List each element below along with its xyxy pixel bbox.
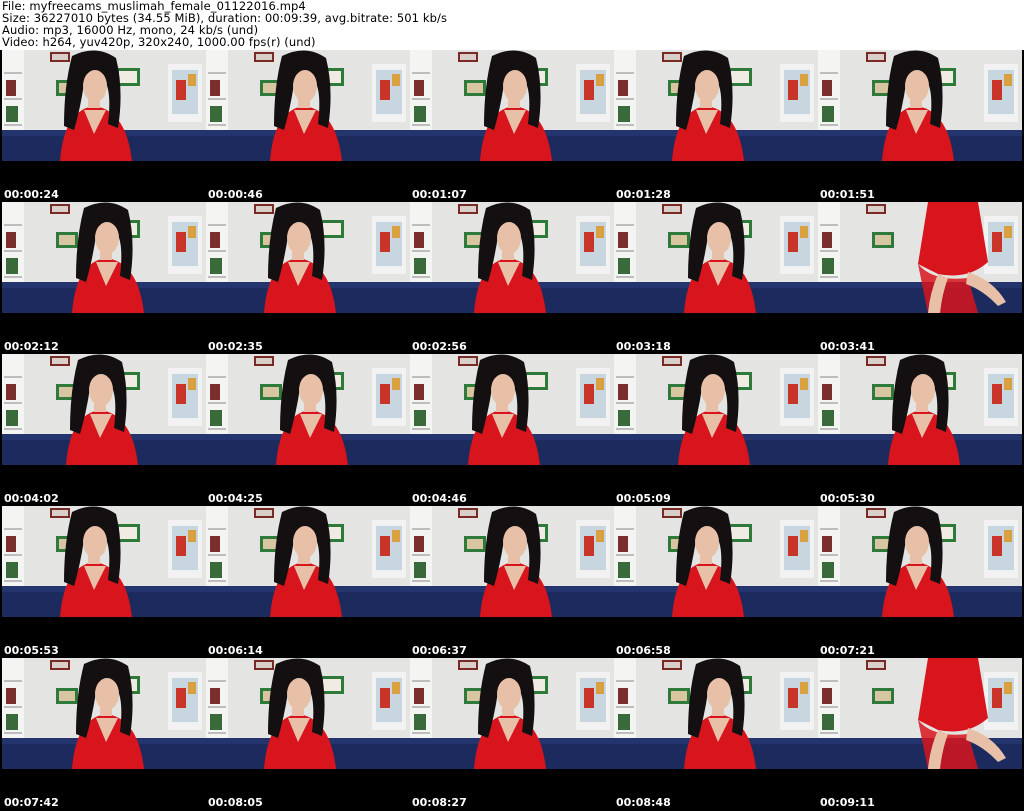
frame-timestamp: 00:05:30	[820, 492, 875, 505]
thumbnail: 00:08:05	[206, 658, 410, 810]
thumbnail: 00:01:07	[410, 50, 614, 202]
frame-timestamp: 00:00:24	[4, 188, 59, 201]
frame-timestamp: 00:05:53	[4, 644, 59, 657]
frame-timestamp: 00:08:05	[208, 796, 263, 809]
thumbnail: 00:01:28	[614, 50, 818, 202]
thumbnail: 00:03:18	[614, 202, 818, 354]
frame-timestamp: 00:04:46	[412, 492, 467, 505]
video-frame-image	[206, 50, 410, 161]
video-frame-image	[818, 506, 1022, 617]
thumbnail-grid: 00:00:24 00:00:46 00:01:07 00:01:28 00:0…	[0, 50, 1024, 811]
frame-timestamp: 00:09:11	[820, 796, 875, 809]
thumbnail: 00:02:35	[206, 202, 410, 354]
frame-timestamp: 00:06:58	[616, 644, 671, 657]
video-frame-image	[2, 506, 206, 617]
video-info: Video: h264, yuv420p, 320x240, 1000.00 f…	[2, 35, 316, 49]
frame-timestamp: 00:03:41	[820, 340, 875, 353]
thumbnail: 00:04:25	[206, 354, 410, 506]
thumbnail: 00:04:46	[410, 354, 614, 506]
thumbnail: 00:02:56	[410, 202, 614, 354]
thumbnail: 00:00:24	[2, 50, 206, 202]
thumbnail: 00:01:51	[818, 50, 1022, 202]
thumbnail: 00:05:53	[2, 506, 206, 658]
frame-timestamp: 00:06:37	[412, 644, 467, 657]
video-frame-image	[2, 658, 206, 769]
video-frame-image	[410, 202, 614, 313]
video-frame-image	[206, 658, 410, 769]
file-info-header: File: myfreecams_muslimah_female_0112201…	[2, 0, 1022, 48]
frame-timestamp: 00:01:28	[616, 188, 671, 201]
thumbnail: 00:06:58	[614, 506, 818, 658]
thumbnail: 00:06:14	[206, 506, 410, 658]
video-frame-image	[410, 354, 614, 465]
video-frame-image	[206, 506, 410, 617]
frame-timestamp: 00:01:07	[412, 188, 467, 201]
video-frame-image	[818, 658, 1022, 769]
thumbnail: 00:07:42	[2, 658, 206, 810]
frame-timestamp: 00:04:02	[4, 492, 59, 505]
video-frame-image	[410, 50, 614, 161]
thumbnail: 00:05:30	[818, 354, 1022, 506]
thumbnail: 00:07:21	[818, 506, 1022, 658]
video-frame-image	[2, 50, 206, 161]
frame-timestamp: 00:06:14	[208, 644, 263, 657]
thumbnail: 00:06:37	[410, 506, 614, 658]
video-frame-image	[818, 50, 1022, 161]
frame-timestamp: 00:08:27	[412, 796, 467, 809]
video-frame-image	[614, 354, 818, 465]
thumbnail: 00:00:46	[206, 50, 410, 202]
frame-timestamp: 00:07:42	[4, 796, 59, 809]
video-frame-image	[206, 202, 410, 313]
frame-timestamp: 00:02:12	[4, 340, 59, 353]
video-frame-image	[614, 202, 818, 313]
frame-timestamp: 00:05:09	[616, 492, 671, 505]
video-frame-image	[614, 50, 818, 161]
frame-timestamp: 00:04:25	[208, 492, 263, 505]
video-frame-image	[2, 202, 206, 313]
frame-timestamp: 00:00:46	[208, 188, 263, 201]
frame-timestamp: 00:02:56	[412, 340, 467, 353]
frame-timestamp: 00:01:51	[820, 188, 875, 201]
frame-timestamp: 00:02:35	[208, 340, 263, 353]
video-frame-image	[206, 354, 410, 465]
thumbnail: 00:02:12	[2, 202, 206, 354]
video-frame-image	[2, 354, 206, 465]
thumbnail: 00:08:27	[410, 658, 614, 810]
thumbnail: 00:08:48	[614, 658, 818, 810]
video-frame-image	[410, 506, 614, 617]
thumbnail: 00:03:41	[818, 202, 1022, 354]
video-frame-image	[614, 658, 818, 769]
video-frame-image	[410, 658, 614, 769]
thumbnail: 00:05:09	[614, 354, 818, 506]
frame-timestamp: 00:08:48	[616, 796, 671, 809]
thumbnail: 00:09:11	[818, 658, 1022, 810]
thumbnail: 00:04:02	[2, 354, 206, 506]
video-frame-image	[614, 506, 818, 617]
video-frame-image	[818, 354, 1022, 465]
frame-timestamp: 00:03:18	[616, 340, 671, 353]
video-frame-image	[818, 202, 1022, 313]
frame-timestamp: 00:07:21	[820, 644, 875, 657]
